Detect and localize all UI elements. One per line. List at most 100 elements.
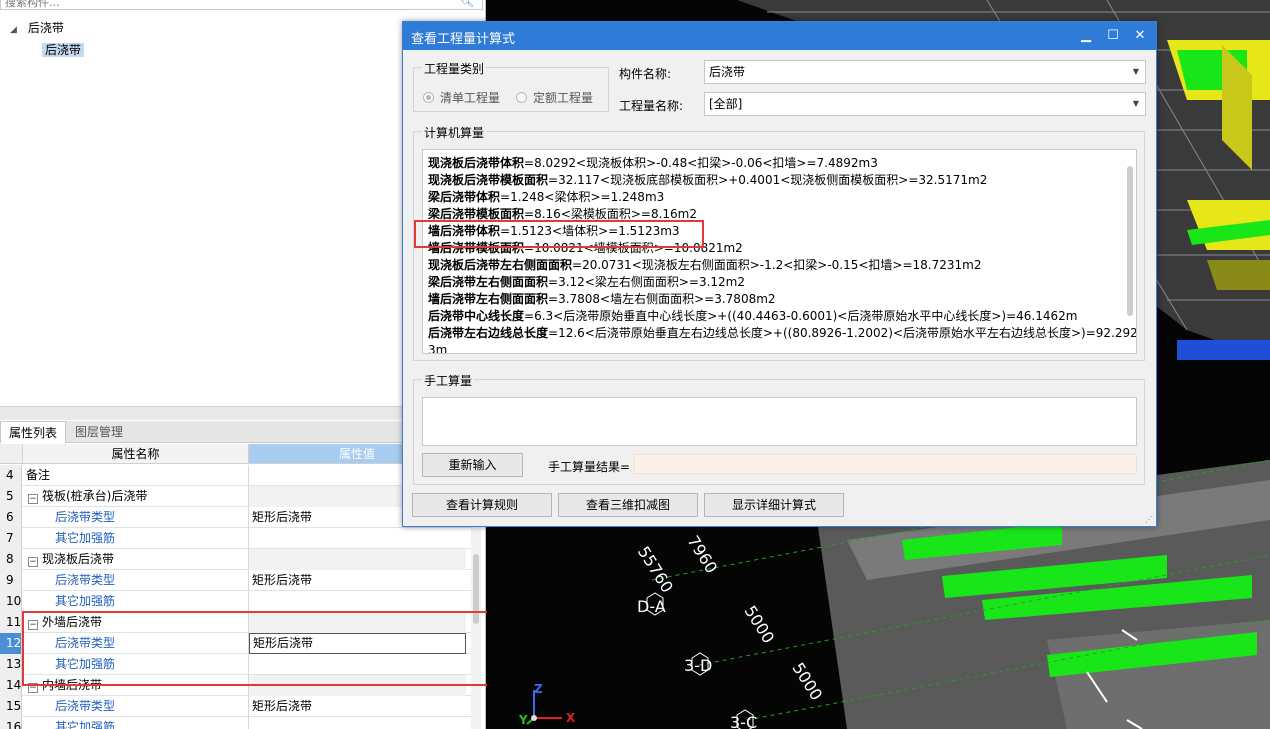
manual-calc-input[interactable] [422,397,1137,446]
calc-line: 墙后浇带体积=1.5123<墙体积>=1.5123m3 [428,223,680,240]
column-header-name[interactable]: 属性名称 [23,444,249,464]
search-input[interactable] [1,0,441,10]
property-value-cell[interactable] [249,717,466,729]
axis-label: 3-C [730,713,758,729]
resize-grip-icon[interactable]: ⋰ [1145,515,1153,524]
calc-line: 梁后浇带左右侧面面积=3.12<梁左右侧面面积>=3.12m2 [428,274,745,291]
table-row[interactable]: 11− 外墙后浇带 [0,612,472,633]
group-label: 工程量类别 [422,60,487,77]
tree-connector [59,538,75,539]
table-row[interactable]: 10 其它加强筋 [0,591,472,612]
axis-label: 3-D [684,656,713,675]
tree-expand-icon[interactable]: ◢ [10,20,20,40]
row-number: 12 [0,633,22,654]
row-number: 10 [0,591,22,612]
calc-scrollbar[interactable] [1126,152,1134,352]
table-corner [0,444,23,464]
reenter-button[interactable]: 重新输入 [422,453,523,477]
scrollbar-thumb[interactable] [1127,166,1133,316]
calc-line: 墙后浇带模板面积=10.0821<墙模板面积>=10.0821m2 [428,240,743,257]
property-value-cell[interactable] [249,675,466,696]
tab-properties[interactable]: 属性列表 [0,421,67,443]
close-icon[interactable]: ✕ [1127,25,1153,47]
calc-formula: =3.7808<墙左右侧面面积>=3.7808m2 [548,292,776,306]
axis-triad [526,690,562,725]
property-name-cell: 备注 [23,465,249,486]
select-value: 后浇带 [709,65,746,79]
calc-term: 墙后浇带体积 [428,224,501,238]
tree-node-root[interactable]: ◢ 后浇带 [10,18,64,38]
quantity-category-group: 工程量类别 清单工程量 定额工程量 [413,60,609,112]
row-number: 15 [0,696,22,717]
view-3d-deduction-button[interactable]: 查看三维扣减图 [558,493,698,517]
quantity-name-select[interactable]: [全部] ▼ [704,92,1146,116]
row-number: 11 [0,612,22,633]
radio-quota-quantity[interactable]: 定额工程量 [516,89,593,106]
property-value-cell[interactable] [249,654,466,675]
view-rules-button[interactable]: 查看计算规则 [412,493,552,517]
calc-line: 梁后浇带模板面积=8.16<梁模板面积>=8.16m2 [428,206,697,223]
property-value-cell[interactable]: 矩形后浇带 [249,696,466,717]
calc-term: 墙后浇带模板面积 [428,241,525,255]
collapse-icon[interactable]: − [28,557,38,567]
property-name-cell: 其它加强筋 [23,717,249,729]
row-number: 16 [0,717,22,729]
radio-label: 定额工程量 [533,91,594,105]
search-box[interactable]: 🔍︎ [0,0,483,10]
property-value-cell[interactable] [249,591,466,612]
maximize-icon[interactable]: ☐ [1100,25,1126,47]
table-row[interactable]: 12 后浇带类型 矩形后浇带 [0,633,472,654]
tree-node-child[interactable]: 后浇带 [42,40,85,60]
property-name-cell: − 筏板(桩承台)后浇带 [23,486,249,507]
table-row[interactable]: 13 其它加强筋 [0,654,472,675]
tree-connector [59,601,75,602]
calc-line: 后浇带左右边线总长度=12.6<后浇带原始垂直左右边线总长度>+((80.892… [428,325,1137,342]
collapse-icon[interactable]: − [28,620,38,630]
calc-formula: =20.0731<现浇板左右侧面面积>-1.2<扣梁>-0.15<扣墙>=18.… [572,258,982,272]
minimize-icon[interactable]: ▁ [1073,25,1099,47]
table-row[interactable]: 14− 内墙后浇带 [0,675,472,696]
row-number: 4 [0,465,22,486]
table-row[interactable]: 16 其它加强筋 [0,717,472,729]
chevron-down-icon: ▼ [1132,99,1139,108]
table-row[interactable]: 9 后浇带类型 矩形后浇带 [0,570,472,591]
tree-connector [59,517,75,518]
dialog-titlebar[interactable]: 查看工程量计算式 ▁ ☐ ✕ [403,22,1156,50]
table-row[interactable]: 15 后浇带类型 矩形后浇带 [0,696,472,717]
property-value-cell[interactable] [249,549,466,570]
property-value-cell[interactable]: 矩形后浇带 [249,570,466,591]
calc-line: 3m [428,342,447,353]
scrollbar-thumb[interactable] [473,554,479,624]
collapse-icon[interactable]: − [28,683,38,693]
show-detail-formula-button[interactable]: 显示详细计算式 [704,493,844,517]
tab-layers[interactable]: 图层管理 [67,421,131,443]
property-name-cell: − 内墙后浇带 [23,675,249,696]
collapse-icon[interactable]: − [28,494,38,504]
row-number: 7 [0,528,22,549]
property-name: 筏板(桩承台)后浇带 [42,489,148,503]
calc-formula: =32.117<现浇板底部模板面积>+0.4001<现浇板侧面模板面积>=32.… [548,173,988,187]
calc-formula-text[interactable]: 现浇板后浇带体积=8.0292<现浇板体积>-0.48<扣梁>-0.06<扣墙>… [422,149,1137,354]
property-value-cell[interactable] [249,612,466,633]
calc-formula-dialog: 查看工程量计算式 ▁ ☐ ✕ 工程量类别 清单工程量 定额工程量 构件名称: 后… [402,21,1157,527]
table-row[interactable]: 8− 现浇板后浇带 [0,549,472,570]
radio-list-quantity[interactable]: 清单工程量 [423,89,500,106]
tree-connector [59,706,75,707]
property-name-cell: 后浇带类型 [23,570,249,591]
component-name-select[interactable]: 后浇带 ▼ [704,60,1146,84]
axis-z-label: Z [534,682,543,696]
row-number: 5 [0,486,22,507]
calc-formula: =6.3<后浇带原始垂直中心线长度>+((40.4463-0.6001)<后浇带… [524,309,1078,323]
component-name-label: 构件名称: [619,67,672,81]
property-name-cell: 后浇带类型 [23,633,249,654]
property-name: 外墙后浇带 [42,615,103,629]
calc-formula: =12.6<后浇带原始垂直左右边线总长度>+((80.8926-1.2002)<… [548,326,1137,340]
table-row[interactable]: 7 其它加强筋 [0,528,472,549]
tree-node-label: 后浇带 [42,43,85,57]
search-icon[interactable]: 🔍︎ [460,0,474,8]
property-name: 内墙后浇带 [42,678,103,692]
property-value-cell[interactable]: 矩形后浇带 [249,633,466,654]
property-value-cell[interactable] [249,528,466,549]
axis-label: D-A [637,597,666,616]
calc-term: 梁后浇带模板面积 [428,207,525,221]
